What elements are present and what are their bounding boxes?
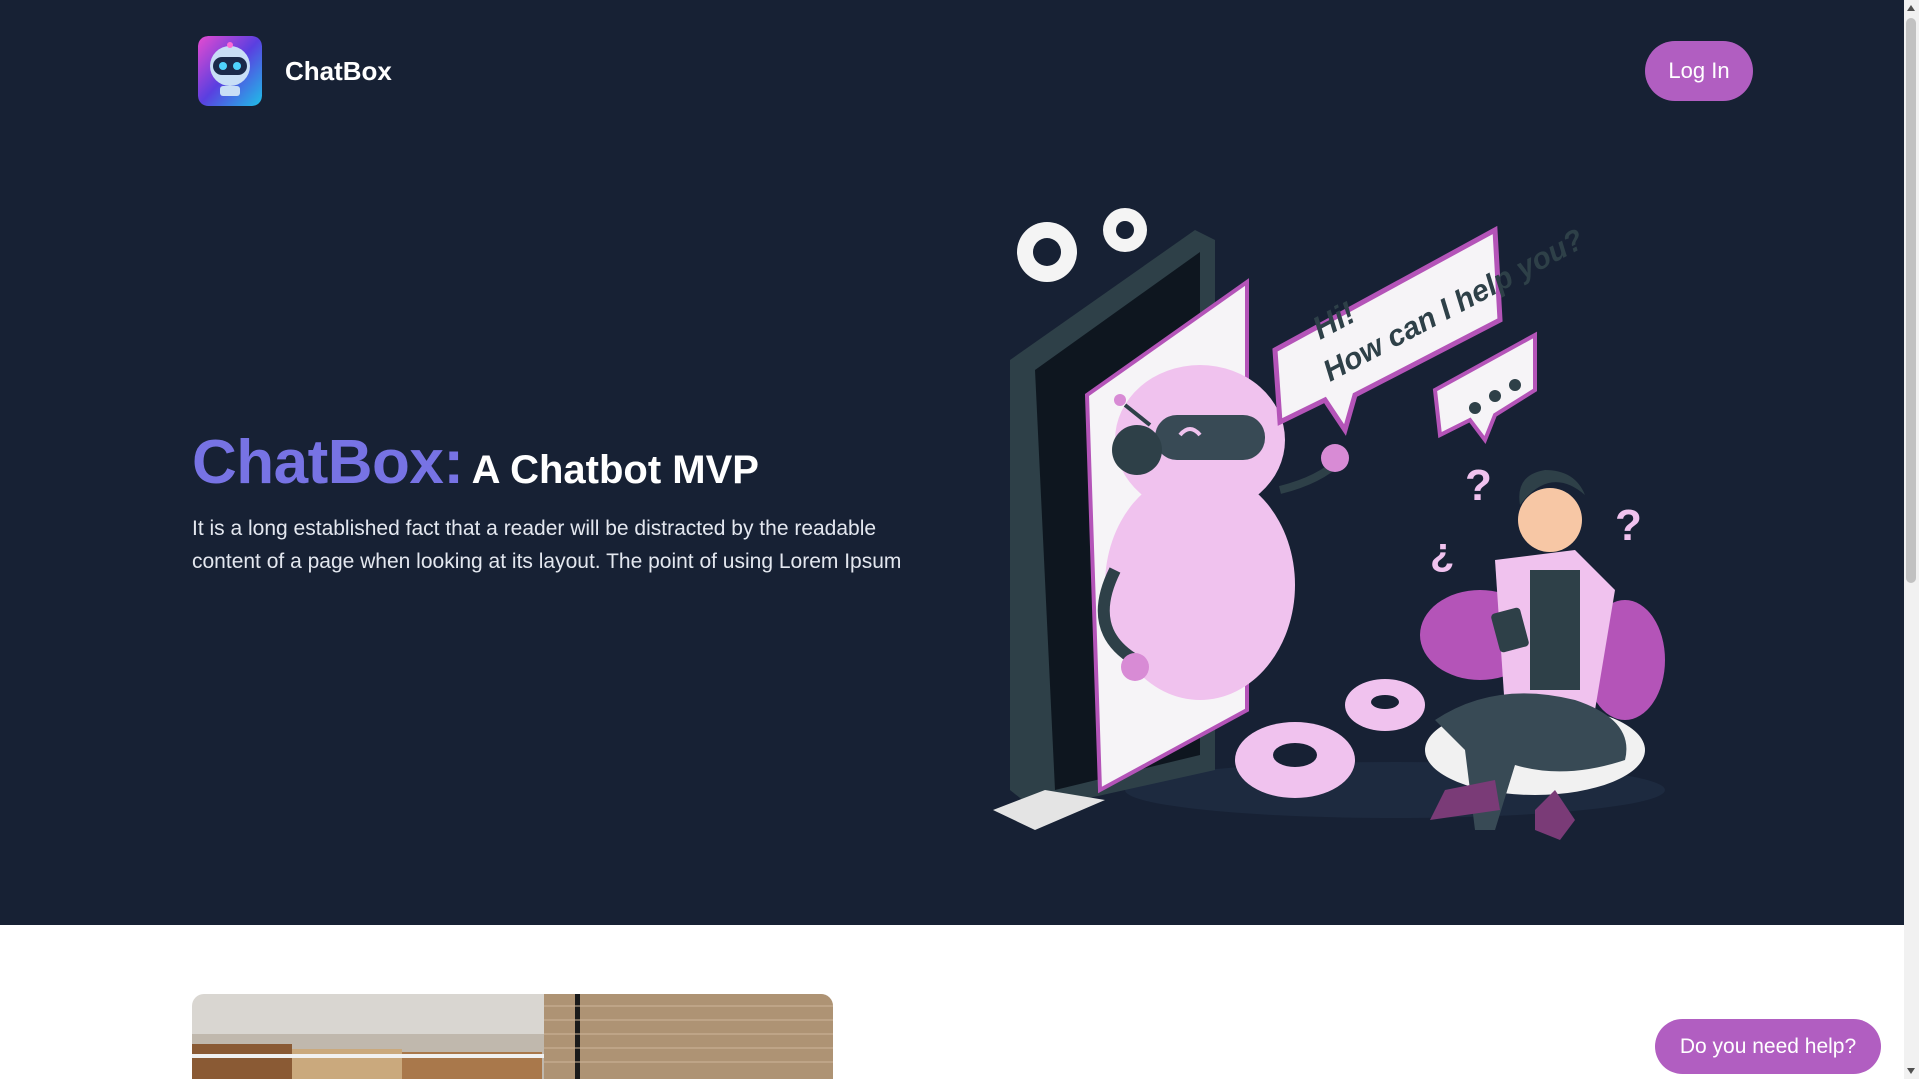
scroll-down-icon[interactable]: [1907, 1068, 1915, 1074]
login-button[interactable]: Log In: [1645, 41, 1753, 101]
brand-name[interactable]: ChatBox: [285, 54, 392, 88]
svg-text:¿: ¿: [1430, 530, 1454, 574]
svg-text:?: ?: [1615, 501, 1642, 550]
hero-description: It is a long established fact that a rea…: [192, 517, 902, 573]
help-button[interactable]: Do you need help?: [1655, 1019, 1881, 1074]
gear-icon: [1017, 208, 1147, 282]
chatbot-illustration: Hi! How can I help you? ? ¿ ?: [975, 190, 1710, 840]
hero-section: ChatBox Log In ChatBox: A Chatbot MVP It …: [0, 0, 1904, 925]
svg-text:?: ?: [1465, 461, 1492, 510]
hero-headline: ChatBox: A Chatbot MVP: [192, 428, 759, 514]
robot-logo-icon[interactable]: [198, 36, 262, 106]
office-photo: [192, 994, 833, 1079]
page-scrollbar[interactable]: [1904, 0, 1919, 1079]
scroll-thumb[interactable]: [1906, 18, 1916, 583]
scroll-up-icon[interactable]: [1907, 5, 1915, 11]
headline-brand: ChatBox:: [192, 428, 464, 497]
headline-subtitle: A Chatbot MVP: [471, 448, 759, 492]
speech-bubble: Hi! How can I help you?: [1272, 223, 1589, 436]
